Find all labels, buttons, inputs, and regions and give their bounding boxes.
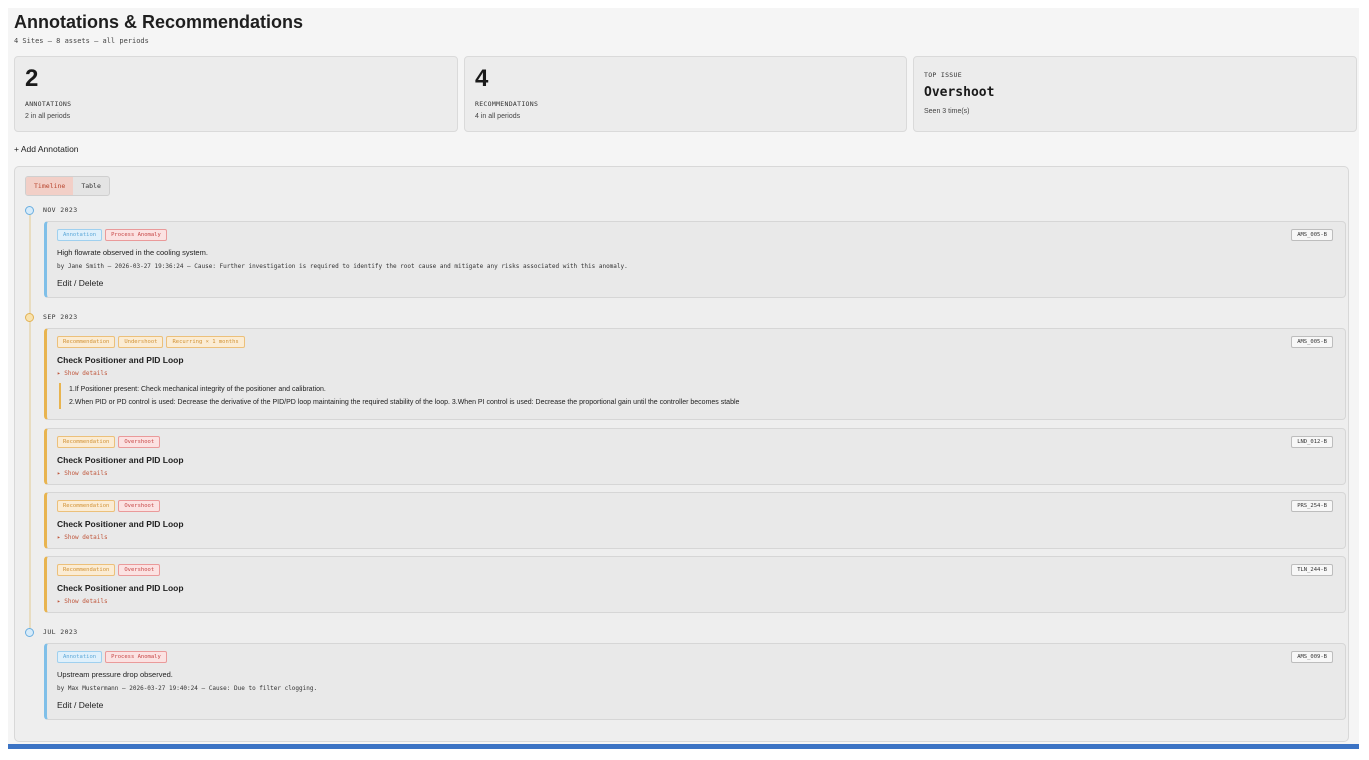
view-tabs: Timeline Table xyxy=(25,176,110,196)
month-label: SEP 2023 xyxy=(43,313,78,321)
recommendation-card: Recommendation Undershoot Recurring × 1 … xyxy=(44,328,1346,420)
badge-group: Annotation Process Anomaly xyxy=(57,651,167,663)
recommendation-badge: Recommendation xyxy=(57,436,116,448)
recommendation-badge: Recommendation xyxy=(57,500,116,512)
details-line: 1.If Positioner present: Check mechanica… xyxy=(69,386,326,393)
recommendations-label: RECOMMENDATIONS xyxy=(475,100,539,108)
tab-table[interactable]: Table xyxy=(73,177,109,195)
annotations-label: ANNOTATIONS xyxy=(25,100,72,108)
recommendation-card: Recommendation Overshoot PRS_254-B Check… xyxy=(44,492,1346,549)
recommendation-badge: Recommendation xyxy=(57,564,116,576)
badge-group: Annotation Process Anomaly xyxy=(57,229,167,241)
annotation-meta: by Max Mustermann — 2026-03-27 19:40:24 … xyxy=(57,685,318,692)
timeline-panel: Timeline Table NOV 2023 Annotation Proce… xyxy=(14,166,1349,742)
anomaly-badge: Process Anomaly xyxy=(105,651,167,663)
timeline-line xyxy=(29,211,31,631)
issue-badge: Undershoot xyxy=(118,336,164,348)
top-issue-label: TOP ISSUE xyxy=(924,71,962,79)
recommendation-card: Recommendation Overshoot LND_012-B Check… xyxy=(44,428,1346,485)
recurring-badge: Recurring × 1 months xyxy=(166,336,245,348)
recommendations-stat-card: 4 RECOMMENDATIONS 4 in all periods xyxy=(464,56,907,132)
recommendation-title: Check Positioner and PID Loop xyxy=(57,519,184,529)
month-label: NOV 2023 xyxy=(43,206,78,214)
circle-node-icon xyxy=(25,313,34,322)
recommendation-card: Recommendation Overshoot TLN_244-B Check… xyxy=(44,556,1346,613)
badge-group: Recommendation Undershoot Recurring × 1 … xyxy=(57,336,245,348)
edit-delete-link[interactable]: Edit / Delete xyxy=(57,278,103,288)
month-label: JUL 2023 xyxy=(43,628,78,636)
recommendation-details: 1.If Positioner present: Check mechanica… xyxy=(59,383,1259,409)
badge-group: Recommendation Overshoot xyxy=(57,564,161,576)
annotations-count: 2 xyxy=(25,65,39,92)
page-title: Annotations & Recommendations xyxy=(14,12,304,32)
badge-group: Recommendation Overshoot xyxy=(57,436,161,448)
bottom-accent-bar xyxy=(8,744,1359,749)
add-annotation-button[interactable]: + Add Annotation xyxy=(14,144,79,154)
annotation-card: Annotation Process Anomaly AMS_005-B Hig… xyxy=(44,221,1346,298)
annotations-stat-card: 2 ANNOTATIONS 2 in all periods xyxy=(14,56,458,132)
asset-tag: LND_012-B xyxy=(1291,436,1333,448)
asset-tag: AMS_009-B xyxy=(1291,651,1333,663)
recommendation-title: Check Positioner and PID Loop xyxy=(57,455,184,465)
anomaly-badge: Process Anomaly xyxy=(105,229,167,241)
issue-badge: Overshoot xyxy=(118,564,161,576)
top-issue-value: Overshoot xyxy=(924,85,995,100)
issue-badge: Overshoot xyxy=(118,436,161,448)
show-details-toggle[interactable]: ▸ Show details xyxy=(57,470,108,477)
recommendations-sub: 4 in all periods xyxy=(475,113,521,120)
details-line: 2.When PID or PD control is used: Decrea… xyxy=(69,399,740,406)
annotation-text: Upstream pressure drop observed. xyxy=(57,670,173,679)
recommendation-badge: Recommendation xyxy=(57,336,116,348)
issue-badge: Overshoot xyxy=(118,500,161,512)
annotation-meta: by Jane Smith — 2026-03-27 19:36:24 — Ca… xyxy=(57,263,628,270)
annotations-sub: 2 in all periods xyxy=(25,113,71,120)
tab-timeline[interactable]: Timeline xyxy=(26,177,74,195)
asset-tag: AMS_005-B xyxy=(1291,336,1333,348)
annotation-text: High flowrate observed in the cooling sy… xyxy=(57,248,208,257)
top-issue-stat-card: TOP ISSUE Overshoot Seen 3 time(s) xyxy=(913,56,1357,132)
top-issue-sub: Seen 3 time(s) xyxy=(924,108,970,115)
recommendations-count: 4 xyxy=(475,65,489,92)
annotation-badge: Annotation xyxy=(57,651,103,663)
recommendation-title: Check Positioner and PID Loop xyxy=(57,355,184,365)
circle-node-icon xyxy=(25,206,34,215)
show-details-toggle[interactable]: ▸ Show details xyxy=(57,370,108,377)
show-details-toggle[interactable]: ▸ Show details xyxy=(57,598,108,605)
asset-tag: AMS_005-B xyxy=(1291,229,1333,241)
badge-group: Recommendation Overshoot xyxy=(57,500,161,512)
recommendation-title: Check Positioner and PID Loop xyxy=(57,583,184,593)
page-container: Annotations & Recommendations 4 Sites — … xyxy=(8,8,1359,745)
annotation-card: Annotation Process Anomaly AMS_009-B Ups… xyxy=(44,643,1346,720)
annotation-badge: Annotation xyxy=(57,229,103,241)
circle-node-icon xyxy=(25,628,34,637)
page-subtitle: 4 Sites — 8 assets — all periods xyxy=(14,37,149,45)
edit-delete-link[interactable]: Edit / Delete xyxy=(57,700,103,710)
asset-tag: PRS_254-B xyxy=(1291,500,1333,512)
asset-tag: TLN_244-B xyxy=(1291,564,1333,576)
show-details-toggle[interactable]: ▸ Show details xyxy=(57,534,108,541)
